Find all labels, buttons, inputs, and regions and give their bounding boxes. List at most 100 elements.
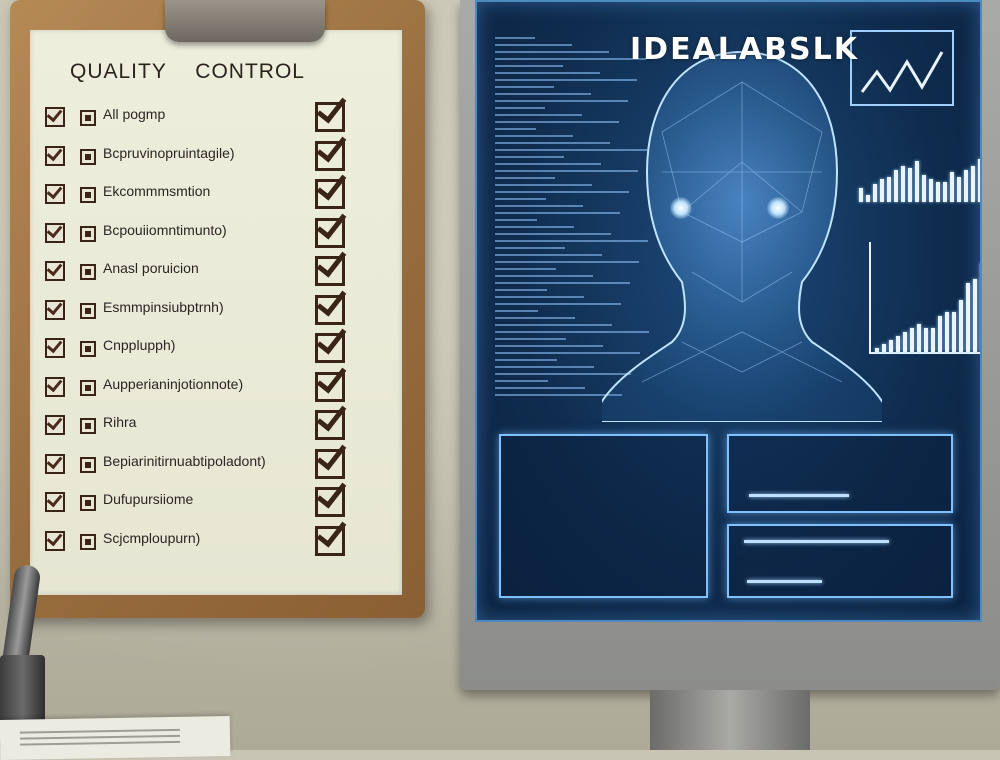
glowing-eye-left — [670, 197, 692, 219]
checkbox-checked-icon[interactable] — [45, 376, 65, 397]
checkbox-checked-icon[interactable] — [45, 530, 65, 551]
checklist-item: Anasl poruicion — [45, 256, 365, 286]
checkmark-icon — [315, 217, 345, 248]
checklist-item: Bepiarinitirnuabtipoladont) — [45, 448, 365, 479]
info-panel-bottom-right — [727, 524, 953, 598]
checkbox-checked-icon[interactable] — [45, 184, 65, 204]
checklist-item: Rihra — [45, 410, 365, 440]
checkbox-checked-icon[interactable] — [45, 145, 65, 166]
bullet-square-icon — [80, 225, 96, 242]
bar — [966, 283, 970, 352]
bar-chart-bottom — [869, 242, 982, 354]
checkmark-icon — [315, 140, 345, 171]
checklist-item: Ekcommmsmtion — [45, 179, 365, 209]
code-line — [495, 310, 538, 312]
bar — [866, 195, 870, 202]
bullet-square-icon — [80, 187, 96, 203]
checkbox-checked-icon[interactable] — [45, 299, 65, 320]
code-line — [495, 198, 546, 200]
checkbox-checked-icon[interactable] — [45, 222, 65, 243]
bullet-square-icon — [80, 148, 96, 165]
bullet-square-icon — [80, 533, 96, 550]
checklist-item-label: Bcpouiiomntimunto) — [103, 221, 227, 238]
bar — [903, 331, 907, 352]
checkbox-checked-icon[interactable] — [45, 492, 65, 512]
watermark-logo: IDEALABSLK — [630, 32, 859, 67]
checklist-item-label: Bepiarinitirnuabtipoladont) — [103, 452, 266, 469]
checkbox-checked-icon[interactable] — [45, 107, 65, 127]
bar — [945, 311, 949, 352]
face-mesh-illustration — [602, 50, 882, 422]
bullet-square-icon — [80, 456, 96, 473]
checklist-item-label: Rihra — [103, 414, 137, 430]
checkbox-checked-icon[interactable] — [45, 338, 65, 358]
checklist-item-label: All pogmp — [103, 106, 166, 122]
checklist-title: QUALITY CONTROL — [70, 60, 305, 83]
code-line — [495, 177, 555, 179]
info-panel-top-right — [727, 434, 953, 513]
checkbox-checked-icon[interactable] — [45, 453, 65, 474]
bar — [924, 327, 928, 352]
checkmark-icon — [315, 102, 345, 132]
bullet-square-icon — [80, 302, 96, 319]
checkbox-checked-icon[interactable] — [45, 261, 65, 281]
checkmark-icon — [315, 487, 345, 517]
glowing-eye-right — [767, 197, 789, 219]
bar — [917, 323, 921, 352]
checklist-item: Aupperianinjotionnote) — [45, 371, 365, 402]
checkmark-icon — [315, 294, 345, 325]
code-line — [495, 366, 594, 368]
code-line — [495, 345, 603, 347]
bar — [882, 343, 886, 352]
checkmark-icon — [315, 371, 345, 402]
code-line — [495, 359, 557, 361]
code-line — [495, 205, 583, 207]
code-line — [495, 226, 574, 228]
bar — [859, 188, 863, 202]
code-line — [495, 380, 548, 382]
code-line — [495, 128, 536, 130]
code-line — [495, 184, 592, 186]
sparkline-chart — [850, 30, 954, 106]
checklist-item-label: Esmmpinsiubptrnh) — [103, 298, 224, 315]
bar — [901, 165, 905, 202]
checklist-item-label: Anasl poruicion — [103, 260, 199, 276]
bar — [894, 170, 898, 202]
checklist-item: Dufupursiiome — [45, 487, 365, 517]
checklist-item-label: Aupperianinjotionnote) — [103, 375, 244, 392]
checklist-item: All pogmp — [45, 102, 365, 132]
code-line — [495, 65, 563, 67]
bullet-square-icon — [80, 418, 96, 434]
code-line — [495, 296, 584, 298]
bar — [896, 335, 900, 352]
code-line — [495, 93, 591, 95]
checklist-item-label: Ekcommmsmtion — [103, 183, 211, 199]
checkmark-icon — [315, 333, 345, 363]
bar — [931, 327, 935, 352]
bar — [908, 167, 912, 202]
code-line — [495, 387, 585, 389]
code-line — [495, 107, 545, 109]
code-line — [495, 247, 565, 249]
monitor-stand — [650, 690, 810, 750]
bullet-square-icon — [80, 110, 96, 126]
code-line — [495, 142, 610, 144]
paper-stack — [0, 715, 231, 760]
bar — [957, 177, 961, 202]
checklist-item-label: Dufupursiiome — [103, 491, 194, 507]
bar — [943, 181, 947, 202]
bar — [936, 181, 940, 202]
checklist-item: Esmmpinsiubptrnh) — [45, 294, 365, 325]
bar — [952, 311, 956, 352]
progress-line — [747, 580, 822, 583]
code-line — [495, 275, 593, 277]
code-line — [495, 163, 601, 165]
bar — [980, 263, 982, 352]
checkbox-checked-icon[interactable] — [45, 415, 65, 435]
bullet-square-icon — [80, 495, 96, 511]
checklist-item: Cnpplupph) — [45, 333, 365, 363]
code-line — [495, 338, 566, 340]
code-line — [495, 121, 619, 123]
code-line — [495, 37, 535, 39]
code-line — [495, 324, 612, 326]
